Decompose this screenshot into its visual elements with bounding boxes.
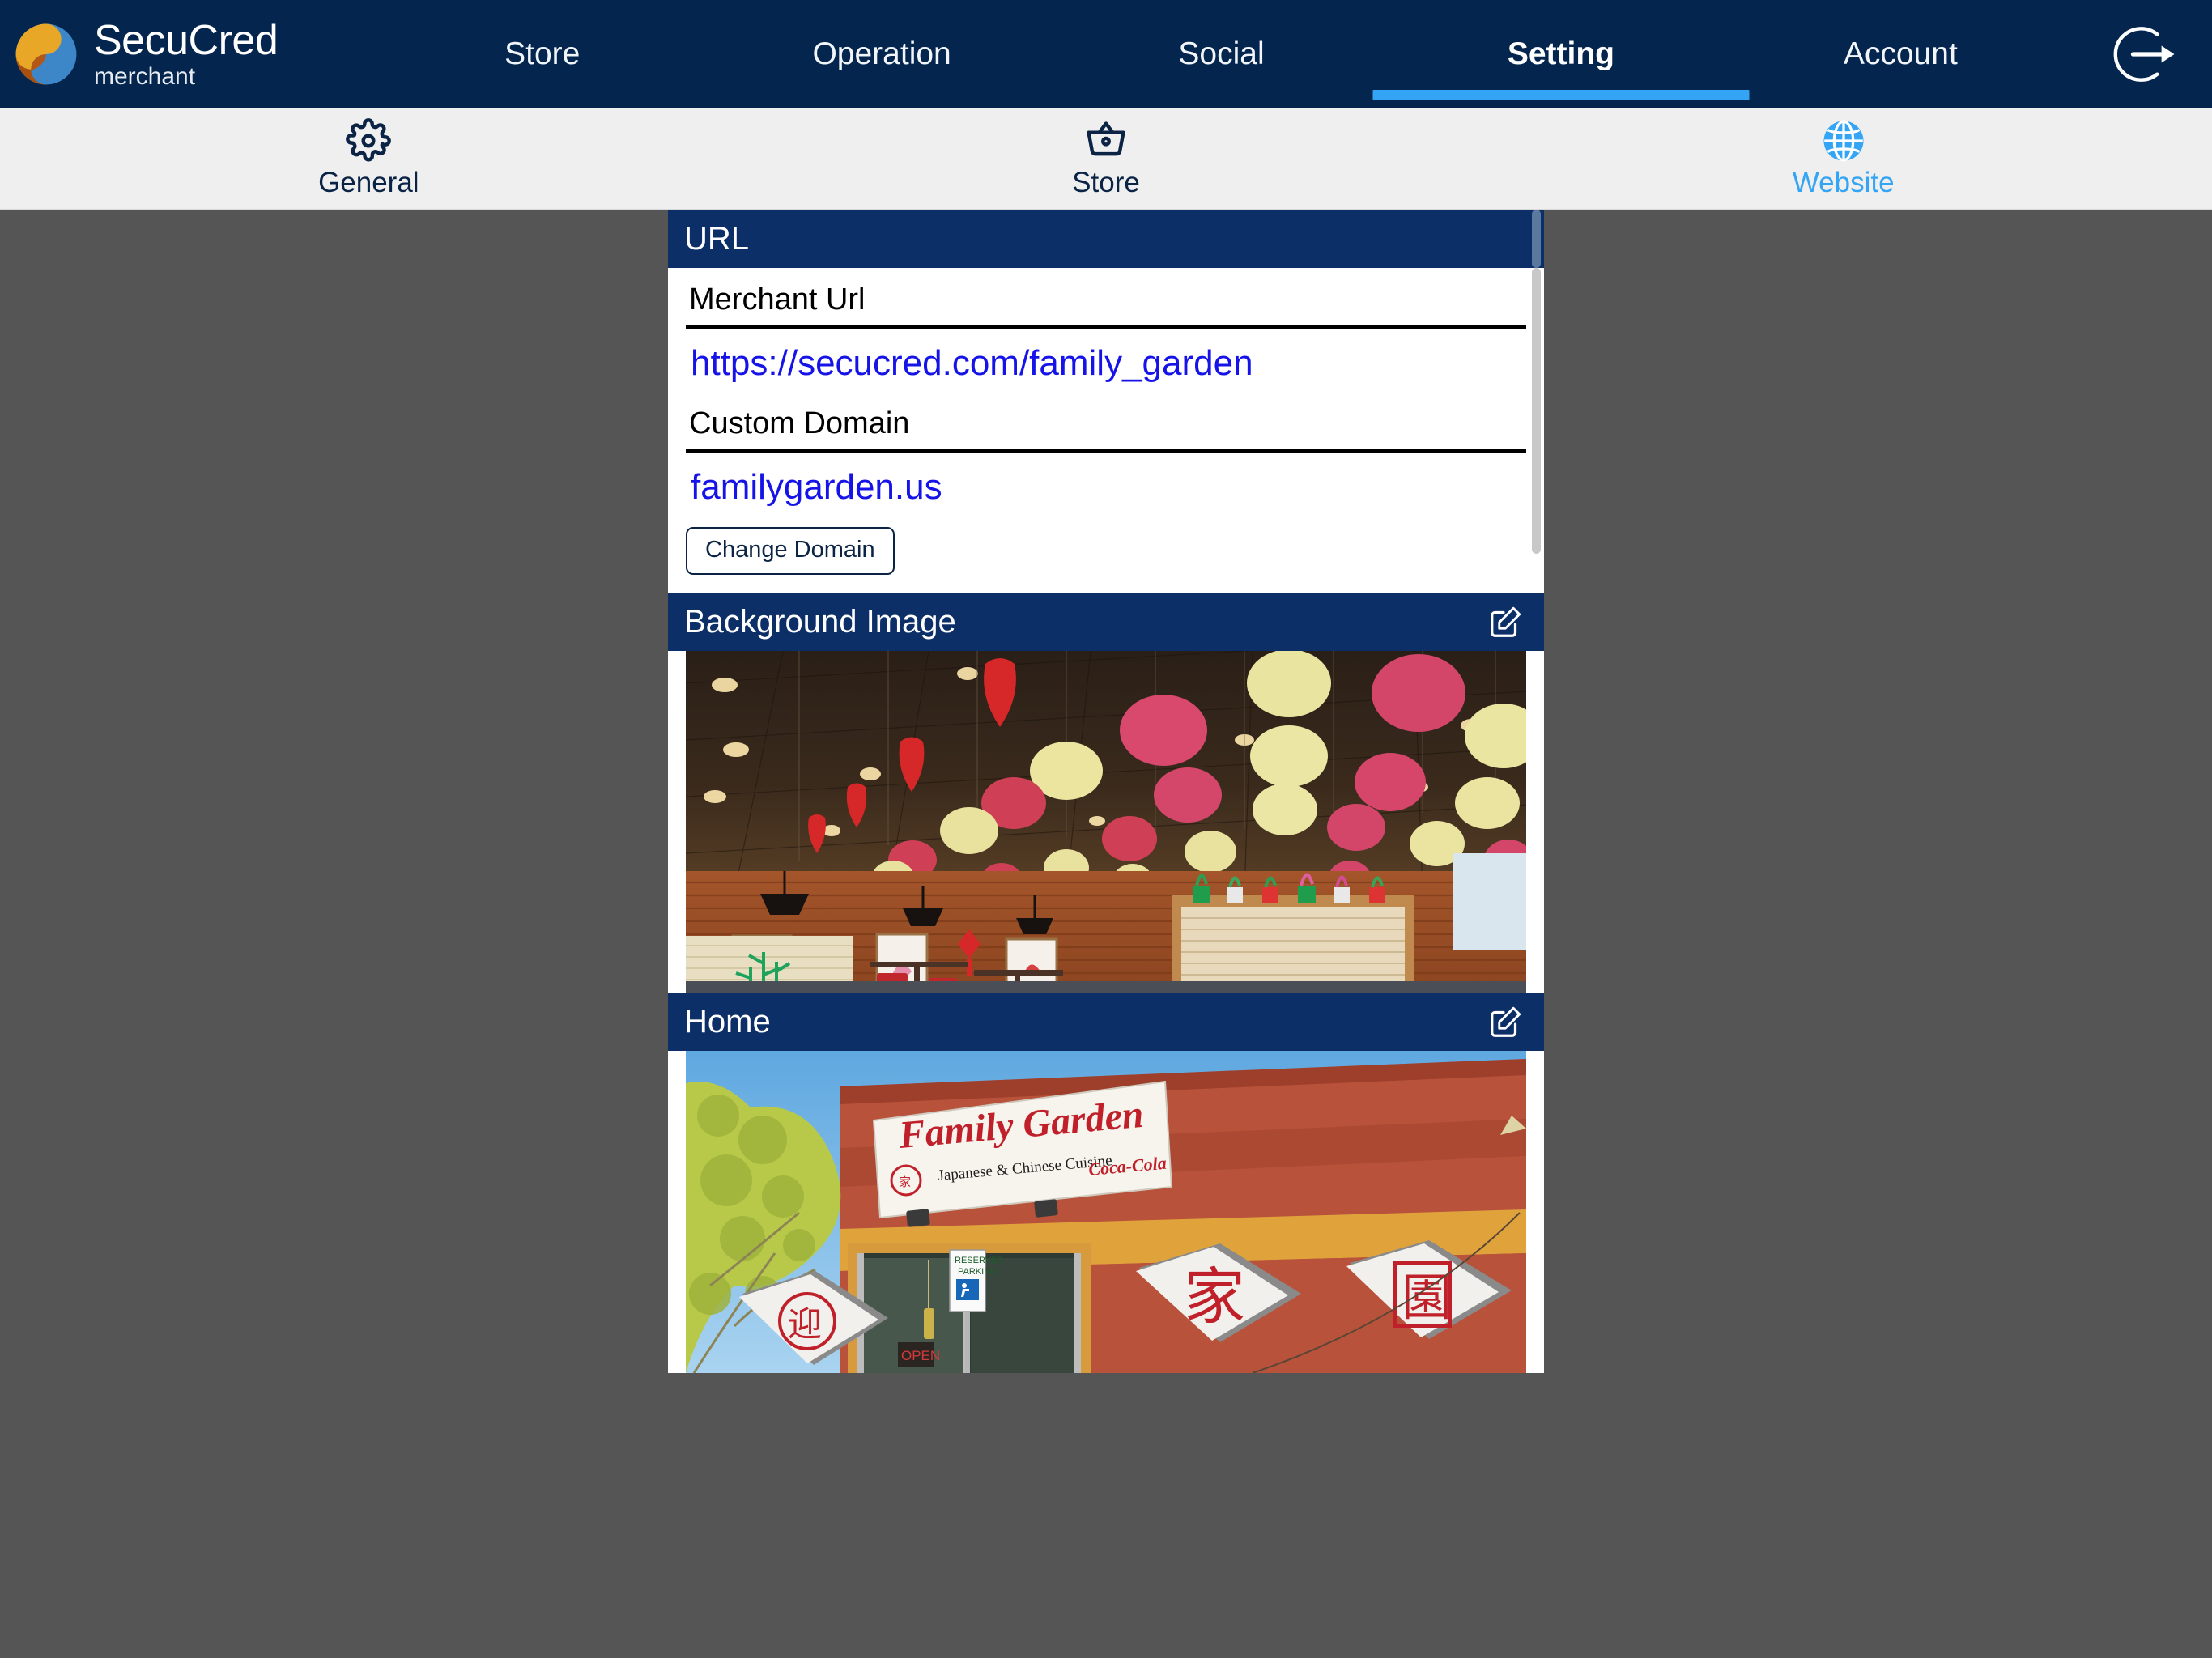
- subtab-label: Store: [1072, 166, 1140, 198]
- subtab-store[interactable]: Store: [738, 108, 1475, 209]
- chinese-character-jia: 家: [1184, 1263, 1245, 1332]
- chinese-character-yuan: 園: [1402, 1270, 1452, 1326]
- active-tab-underline: [1372, 90, 1750, 100]
- logout-icon: [2106, 19, 2177, 90]
- section-title: Background Image: [684, 603, 956, 640]
- settings-subtab-bar: General Store Website: [0, 108, 2212, 210]
- background-photo[interactable]: [686, 651, 1526, 993]
- custom-domain-label: Custom Domain: [686, 402, 1526, 453]
- top-nav-items: Store Operation Social Setting Account: [372, 0, 2070, 108]
- top-navigation-bar: SecuCred merchant Store Operation Social…: [0, 0, 2212, 108]
- svg-text:迎: 迎: [788, 1305, 822, 1343]
- website-settings-panel: URL Merchant Url https://secucred.com/fa…: [668, 210, 1544, 1373]
- scrollbar-track[interactable]: [1532, 268, 1541, 593]
- nav-item-account[interactable]: Account: [1731, 0, 2070, 108]
- subtab-general[interactable]: General: [0, 108, 738, 209]
- url-card: Merchant Url https://secucred.com/family…: [668, 268, 1544, 593]
- nav-item-setting[interactable]: Setting: [1372, 0, 1750, 108]
- basket-icon: [1083, 118, 1129, 164]
- logout-button[interactable]: [2070, 0, 2212, 108]
- settings-content-area: URL Merchant Url https://secucred.com/fa…: [0, 210, 2212, 1658]
- edit-icon[interactable]: [1487, 1003, 1525, 1040]
- globe-icon: [1821, 118, 1866, 164]
- background-image-section-header: Background Image: [668, 593, 1544, 651]
- section-title: Home: [684, 1003, 771, 1039]
- scrollbar-thumb[interactable]: [1532, 210, 1541, 268]
- url-section-header: URL: [668, 210, 1544, 268]
- scrollbar-thumb[interactable]: [1532, 268, 1541, 554]
- svg-text:家: 家: [899, 1175, 911, 1189]
- yin-yang-logo-icon: [15, 23, 78, 86]
- nav-item-social[interactable]: Social: [1052, 0, 1391, 108]
- brand-subtitle: merchant: [94, 62, 196, 90]
- home-photo[interactable]: Family Garden Japanese & Chinese Cuisine…: [686, 1051, 1526, 1373]
- merchant-url-label: Merchant Url: [686, 278, 1526, 329]
- nav-item-label: Account: [1843, 36, 1958, 71]
- nav-item-label: Social: [1178, 36, 1265, 71]
- nav-item-label: Operation: [812, 36, 951, 71]
- nav-item-label: Setting: [1507, 36, 1614, 71]
- custom-domain-value[interactable]: familygarden.us: [686, 453, 1526, 525]
- nav-item-store[interactable]: Store: [372, 0, 712, 108]
- section-title: URL: [684, 220, 750, 257]
- subtab-label: General: [318, 166, 419, 198]
- background-image-block: [668, 651, 1544, 993]
- home-image-block: Family Garden Japanese & Chinese Cuisine…: [668, 1051, 1544, 1373]
- parking-sign-line2: PARKING: [958, 1267, 998, 1277]
- nav-item-label: Store: [504, 36, 581, 71]
- merchant-url-value[interactable]: https://secucred.com/family_garden: [686, 329, 1526, 402]
- brand: SecuCred merchant: [0, 0, 372, 108]
- brand-name: SecuCred: [94, 16, 279, 64]
- change-domain-button[interactable]: Change Domain: [686, 527, 895, 575]
- gear-icon: [346, 117, 392, 164]
- parking-sign-line1: RESERVED: [955, 1256, 1003, 1265]
- subtab-website[interactable]: Website: [1474, 108, 2212, 209]
- svg-text:OPEN: OPEN: [901, 1348, 940, 1363]
- nav-item-operation[interactable]: Operation: [712, 0, 1051, 108]
- home-section-header: Home: [668, 993, 1544, 1051]
- subtab-label: Website: [1792, 166, 1895, 198]
- edit-icon[interactable]: [1487, 603, 1525, 640]
- scrollbar-track-top[interactable]: [1532, 210, 1541, 268]
